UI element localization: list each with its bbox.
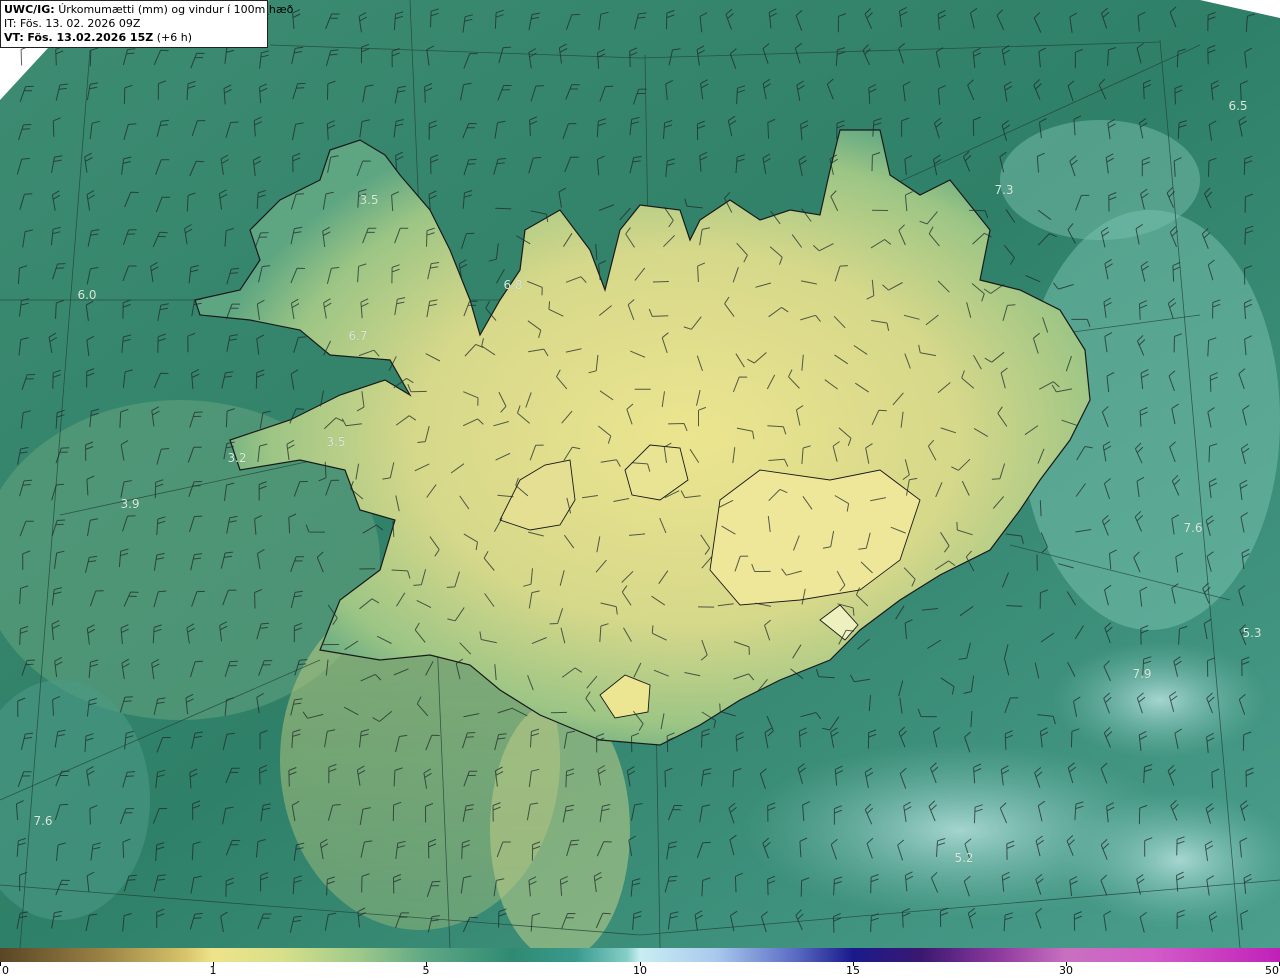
lead-time: (+6 h) bbox=[156, 31, 192, 44]
colorbar-label: 1 bbox=[209, 964, 217, 977]
colorbar-label: 10 bbox=[633, 964, 647, 977]
precipitation-map: 6.5 7.3 3.5 6.8 6.0 6.7 3.5 3.2 3.9 7.6 5.3 7.9 7.6 5… bbox=[0, 0, 1280, 948]
colorbar-tick bbox=[0, 962, 1, 966]
precip-value-label: 6.0 bbox=[77, 288, 96, 302]
colorbar-label: 30 bbox=[1059, 964, 1073, 977]
precip-value-label: 3.2 bbox=[227, 451, 246, 465]
colorbar-label: 15 bbox=[846, 964, 860, 977]
wind-barb bbox=[652, 281, 669, 283]
map-info-box: UWC/IG: Úrkomumætti (mm) og vindur í 100… bbox=[0, 0, 293, 48]
precip-value-label: 3.5 bbox=[326, 435, 345, 449]
colorbar-ramp bbox=[0, 948, 1280, 962]
precip-value-label: 7.6 bbox=[1183, 521, 1202, 535]
precip-value-label: 3.9 bbox=[120, 497, 139, 511]
precip-value-label: 6.7 bbox=[348, 329, 367, 343]
info-title-line: UWC/IG: Úrkomumætti (mm) og vindur í 100… bbox=[4, 3, 293, 17]
precip-value-label: 5.3 bbox=[1242, 626, 1261, 640]
precip-value-label: 7.3 bbox=[994, 183, 1013, 197]
precip-value-label: 7.9 bbox=[1132, 667, 1151, 681]
valid-prefix: VT: bbox=[4, 31, 24, 44]
valid-time: Fös. 13.02.2026 15Z bbox=[27, 31, 154, 44]
precip-value-label: 3.5 bbox=[359, 193, 378, 207]
colorbar-label: 0 bbox=[2, 964, 9, 977]
colorbar-label: 5 bbox=[422, 964, 430, 977]
precip-value-label: 7.6 bbox=[33, 814, 52, 828]
wind-barb bbox=[495, 207, 512, 210]
precip-value-label: 5.2 bbox=[954, 851, 973, 865]
colorbar-label: 50 bbox=[1265, 964, 1279, 977]
map-title: Úrkomumætti (mm) og vindur í 100m hæð bbox=[58, 3, 294, 16]
init-time: IT: Fös. 13. 02. 2026 09Z bbox=[4, 17, 141, 30]
valid-time-line: VT: Fös. 13.02.2026 15Z (+6 h) bbox=[4, 31, 264, 45]
model-name: UWC/IG: bbox=[4, 3, 55, 16]
map-panel: 6.5 7.3 3.5 6.8 6.0 6.7 3.5 3.2 3.9 7.6 5.3 7.9 7.6 5… bbox=[0, 0, 1280, 948]
precip-value-label: 6.8 bbox=[503, 278, 522, 292]
colorbar: 0 1 5 10 15 30 50 bbox=[0, 948, 1280, 978]
precip-value-label: 6.5 bbox=[1228, 99, 1247, 113]
